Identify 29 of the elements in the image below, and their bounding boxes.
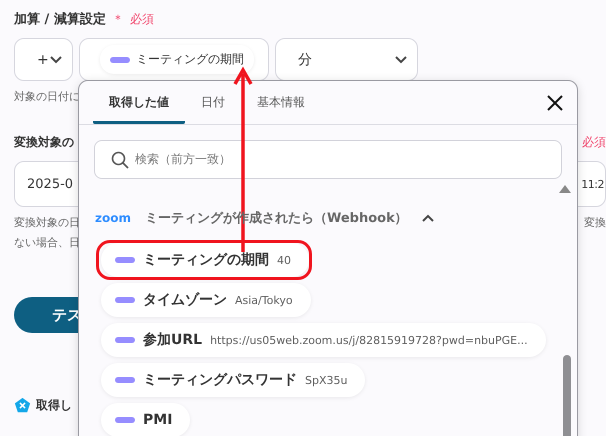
unit-select[interactable]: 分 [275, 38, 418, 81]
chevron-down-icon [50, 56, 62, 64]
scroll-up-icon[interactable] [559, 185, 571, 193]
close-badge-icon [14, 397, 31, 414]
section-title: 取得し [36, 397, 72, 414]
variable-item[interactable]: タイムゾーン Asia/Tokyo [101, 283, 311, 317]
zoom-logo: zoom [95, 211, 131, 225]
close-button[interactable] [545, 93, 565, 113]
required-mark: ＊ [112, 10, 124, 28]
variable-item[interactable]: PMI [101, 403, 190, 436]
amount-field[interactable]: ミーティングの期間 [79, 38, 269, 81]
operator-select[interactable]: + [14, 38, 73, 81]
picker-tab[interactable]: 日付 [185, 94, 241, 124]
picker-tab[interactable]: 取得した値 [93, 94, 185, 124]
variable-token: ミーティングの期間 [100, 45, 254, 74]
hint-text: 変換対象の日 [14, 215, 80, 231]
caret-up-icon [422, 214, 434, 222]
section-title: 加算 / 減算設定 [14, 10, 106, 28]
chevron-down-icon [395, 56, 407, 64]
search-field[interactable]: 検索（前方一致） [94, 140, 562, 179]
section-title: 変換対象の [14, 134, 74, 150]
required-label: 必須 [130, 10, 154, 28]
picker-tab[interactable]: 基本情報 [241, 94, 321, 124]
hint-text: 変換 [584, 215, 606, 231]
variable-item[interactable]: 参加URL https://us05web.zoom.us/j/82815919728?pwd=nbuPGE... [101, 323, 546, 357]
required-label: 必須 [582, 134, 606, 150]
variable-item[interactable]: ミーティングパスワード SpX35u [101, 363, 366, 397]
hint-text: ない場合、日 [14, 235, 80, 251]
search-icon [111, 150, 129, 168]
